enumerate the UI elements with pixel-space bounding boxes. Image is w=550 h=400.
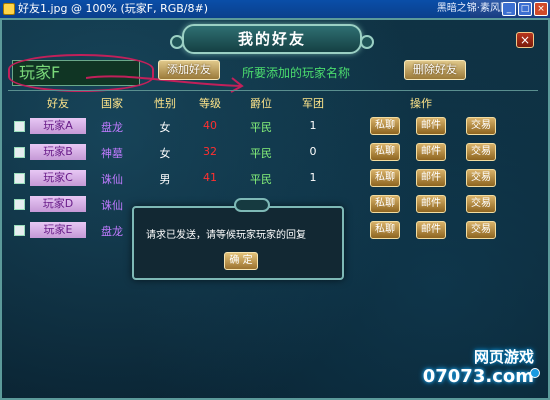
friend-name[interactable]: 玩家E (30, 222, 86, 238)
row-checkbox[interactable] (14, 173, 25, 184)
app-icon (3, 3, 15, 15)
friend-country: 盘龙 (101, 225, 123, 238)
chat-button[interactable]: 私聊 (370, 143, 400, 161)
chat-button[interactable]: 私聊 (370, 221, 400, 239)
table-row: 玩家A 盘龙 女 40 平民 1 私聊 邮件 交易 (8, 117, 538, 139)
watermark-dot-icon (530, 368, 540, 378)
mail-button[interactable]: 邮件 (416, 143, 446, 161)
window-title: 好友1.jpg @ 100% (玩家F, RGB/8#) (18, 2, 208, 15)
friend-guild: 1 (309, 119, 317, 132)
friend-level: 41 (203, 171, 217, 184)
friend-rank: 平民 (250, 173, 272, 186)
friend-sex: 女 (159, 121, 171, 134)
row-checkbox[interactable] (14, 199, 25, 210)
site-watermark: 网页游戏 07073.com (423, 346, 540, 392)
dialog-ornament (234, 198, 270, 212)
col-actions: 操作 (410, 97, 432, 110)
dialog-ok-button[interactable]: 确 定 (224, 252, 258, 270)
titlebar-extra-text: 黑暗之锦·素风阵 (436, 3, 510, 14)
panel-close-button[interactable]: × (516, 32, 534, 48)
trade-button[interactable]: 交易 (466, 221, 496, 239)
friend-sex: 男 (159, 173, 171, 186)
delete-friend-button[interactable]: 删除好友 (404, 60, 466, 80)
trade-button[interactable]: 交易 (466, 143, 496, 161)
friend-name[interactable]: 玩家B (30, 144, 86, 160)
col-guild: 军团 (302, 97, 324, 110)
window-titlebar: 好友1.jpg @ 100% (玩家F, RGB/8#) 黑暗之锦·素风阵 _ … (0, 0, 550, 18)
chat-button[interactable]: 私聊 (370, 195, 400, 213)
chat-button[interactable]: 私聊 (370, 117, 400, 135)
friend-country: 诛仙 (101, 199, 123, 212)
row-checkbox[interactable] (14, 121, 25, 132)
dialog-message: 请求已发送，请等候玩家玩家的回复 (146, 230, 306, 241)
window-close-button[interactable]: × (534, 2, 548, 16)
friend-guild: 1 (309, 171, 317, 184)
friend-level: 40 (203, 119, 217, 132)
add-friend-hint: 所要添加的玩家名称 (242, 66, 351, 80)
friend-sex: 女 (159, 147, 171, 160)
trade-button[interactable]: 交易 (466, 169, 496, 187)
friend-guild: 0 (309, 145, 317, 158)
trade-button[interactable]: 交易 (466, 195, 496, 213)
add-friend-button[interactable]: 添加好友 (158, 60, 220, 80)
friend-country: 盘龙 (101, 121, 123, 134)
minimize-button[interactable]: _ (502, 2, 516, 16)
friend-country: 诛仙 (101, 173, 123, 186)
friend-name[interactable]: 玩家C (30, 170, 86, 186)
col-sex: 性别 (154, 97, 176, 110)
col-rank: 爵位 (250, 97, 272, 110)
request-sent-dialog: 请求已发送，请等候玩家玩家的回复 确 定 (132, 198, 344, 280)
mail-button[interactable]: 邮件 (416, 221, 446, 239)
table-row: 玩家B 神墓 女 32 平民 0 私聊 邮件 交易 (8, 143, 538, 165)
mail-button[interactable]: 邮件 (416, 169, 446, 187)
watermark-bottom: 07073.com (422, 366, 534, 387)
friend-rank: 平民 (250, 147, 272, 160)
col-country: 国家 (101, 97, 123, 110)
friend-level: 32 (203, 145, 217, 158)
chat-button[interactable]: 私聊 (370, 169, 400, 187)
mail-button[interactable]: 邮件 (416, 117, 446, 135)
friend-name[interactable]: 玩家D (30, 196, 86, 212)
mail-button[interactable]: 邮件 (416, 195, 446, 213)
panel-title: 我的好友 (170, 24, 374, 54)
col-level: 等级 (199, 97, 221, 110)
friend-country: 神墓 (101, 147, 123, 160)
row-checkbox[interactable] (14, 225, 25, 236)
watermark-top: 网页游戏 (473, 348, 534, 366)
maximize-button[interactable]: □ (518, 2, 532, 16)
table-header: 好友 国家 性别 等级 爵位 军团 操作 (8, 95, 538, 115)
col-friend: 好友 (47, 97, 69, 110)
table-row: 玩家C 诛仙 男 41 平民 1 私聊 邮件 交易 (8, 169, 538, 191)
row-checkbox[interactable] (14, 147, 25, 158)
trade-button[interactable]: 交易 (466, 117, 496, 135)
friends-panel: 我的好友 × 玩家F 添加好友 所要添加的玩家名称 删除好友 好友 国家 性别 … (0, 18, 550, 400)
friend-rank: 平民 (250, 121, 272, 134)
friend-name[interactable]: 玩家A (30, 118, 86, 134)
